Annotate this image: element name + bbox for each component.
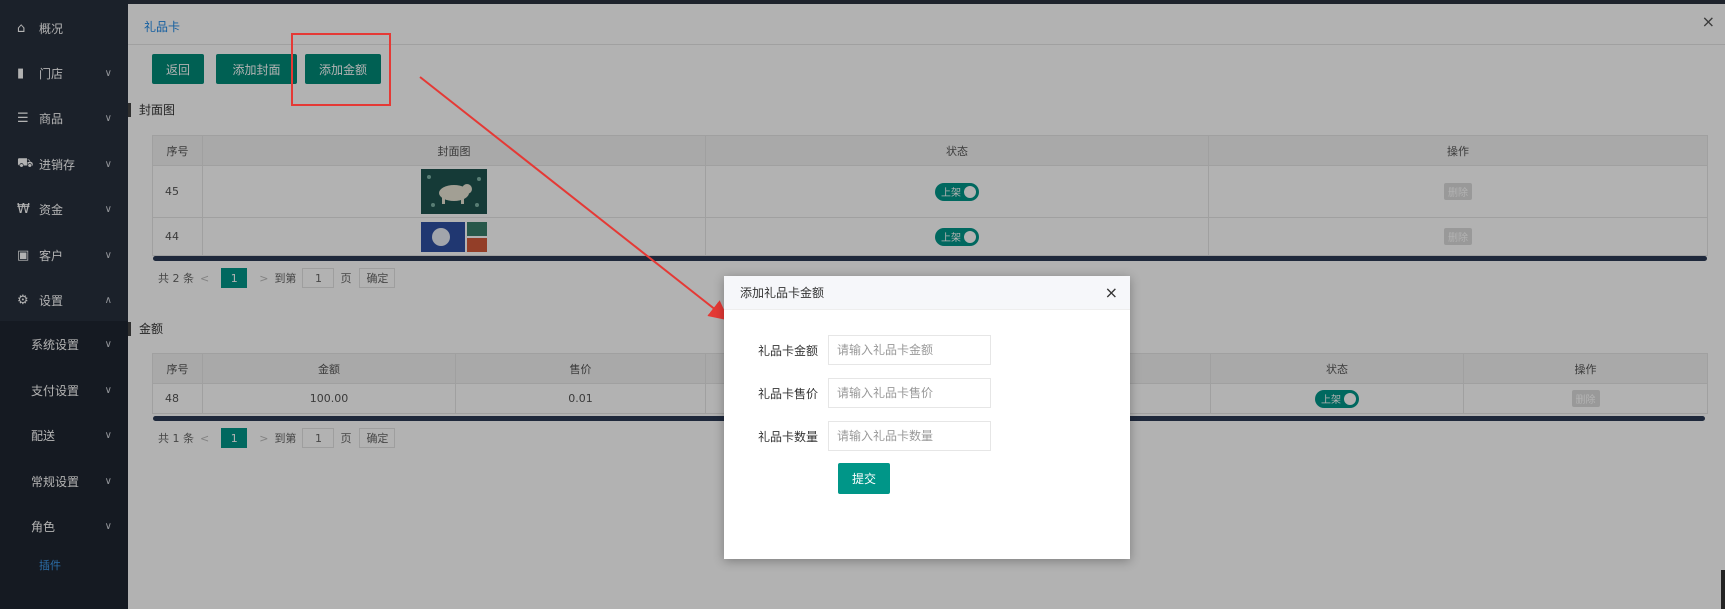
quantity-label: 礼品卡数量 [757,429,818,444]
dialog-header: 添加礼品卡金额 × [724,276,1130,310]
price-label: 礼品卡售价 [757,386,818,401]
submit-button[interactable]: 提交 [838,463,890,494]
form-row-quantity: 礼品卡数量 [724,421,1130,451]
add-amount-dialog: 添加礼品卡金额 × 礼品卡金额 礼品卡售价 礼品卡数量 提交 [724,276,1130,559]
form-row-amount: 礼品卡金额 [724,335,1130,365]
quantity-input[interactable] [828,421,991,451]
form-row-price: 礼品卡售价 [724,378,1130,408]
close-icon[interactable]: × [1105,283,1118,302]
amount-input[interactable] [828,335,991,365]
amount-label: 礼品卡金额 [757,343,818,358]
price-input[interactable] [828,378,991,408]
dialog-title: 添加礼品卡金额 [740,286,825,300]
